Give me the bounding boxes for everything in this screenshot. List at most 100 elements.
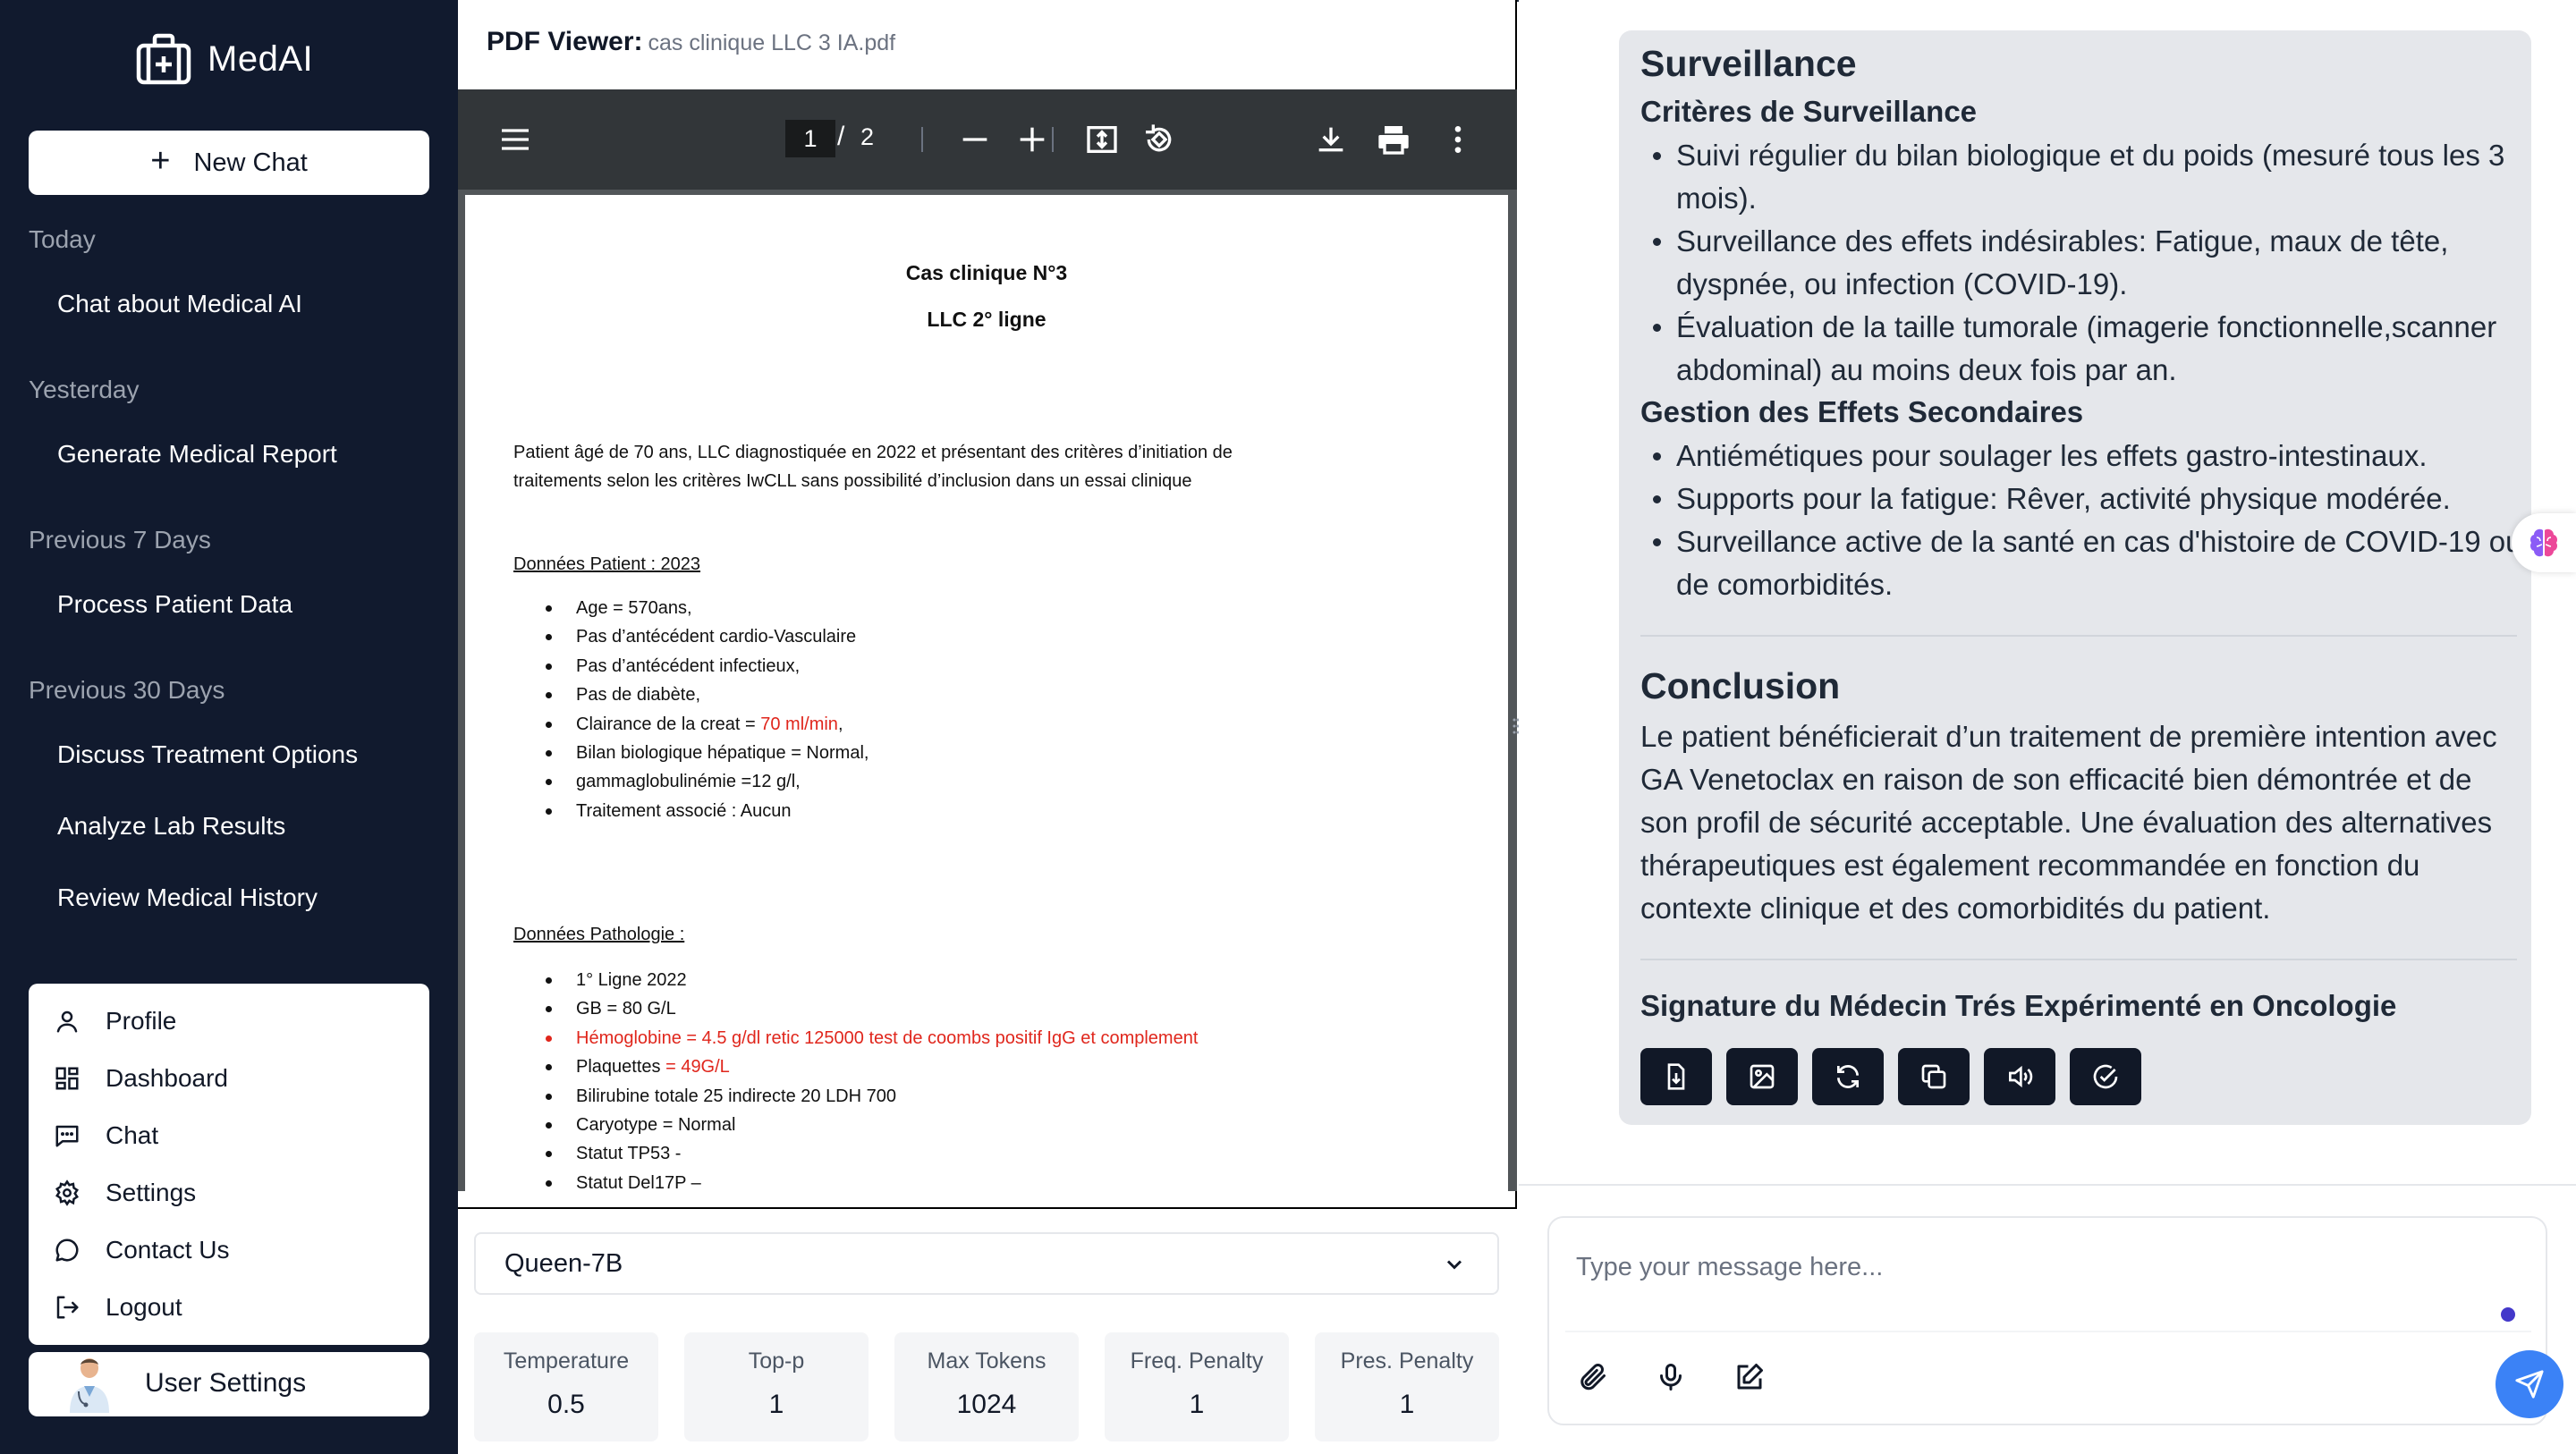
regenerate-button[interactable] <box>1812 1048 1884 1105</box>
menu-label: Contact Us <box>106 1236 230 1264</box>
model-select[interactable]: Queen-7B <box>474 1232 1499 1295</box>
section-title-yesterday: Yesterday <box>29 376 140 403</box>
microphone-icon[interactable] <box>1655 1361 1690 1397</box>
chat-history-item[interactable]: Generate Medical Report <box>57 440 337 469</box>
plus-icon: + <box>150 142 171 180</box>
toolbar-divider <box>921 127 923 152</box>
menu-item-settings[interactable]: Settings <box>54 1175 196 1211</box>
param-label: Top-p <box>748 1348 805 1374</box>
plaquettes-value: = 49G/L <box>665 1057 730 1078</box>
chat-history-item[interactable]: Chat about Medical AI <box>57 290 302 318</box>
user-settings-label: User Settings <box>145 1368 307 1398</box>
divider <box>1519 1184 2576 1186</box>
composer-divider <box>1565 1331 2531 1332</box>
download-icon[interactable] <box>1313 122 1349 157</box>
user-settings-button[interactable]: User Settings <box>29 1352 429 1416</box>
param-value: 0.5 <box>547 1390 585 1419</box>
new-chat-button[interactable]: + New Chat <box>29 131 429 195</box>
section-title-previous-30-days: Previous 30 Days <box>29 676 225 704</box>
param-value: 1 <box>1189 1390 1205 1419</box>
list-item: Pas d’antécédent cardio-Vasculaire <box>546 622 869 651</box>
brand[interactable]: MedAI <box>136 32 313 86</box>
rotate-icon[interactable] <box>1141 122 1177 157</box>
gestion-list: Antiémétiques pour soulager les effets g… <box>1640 435 2526 606</box>
list-item: Statut TP53 - <box>546 1139 1198 1168</box>
chat-panel: Surveillance Critères de Surveillance Su… <box>1519 0 2576 1454</box>
download-pdf-button[interactable] <box>1640 1048 1712 1105</box>
param-top-p[interactable]: Top-p 1 <box>684 1332 869 1441</box>
verify-button[interactable] <box>2070 1048 2141 1105</box>
menu-item-profile[interactable]: Profile <box>54 1003 176 1039</box>
edit-icon[interactable] <box>1733 1361 1769 1397</box>
dashboard-icon <box>54 1065 80 1092</box>
menu-label: Chat <box>106 1121 159 1149</box>
attach-icon[interactable] <box>1576 1361 1612 1397</box>
list-item: Traitement associé : Aucun <box>546 797 869 825</box>
user-menu: Profile Dashboard Chat Settings Contact … <box>29 984 429 1345</box>
param-max-tokens[interactable]: Max Tokens 1024 <box>894 1332 1079 1441</box>
param-pres-penalty[interactable]: Pres. Penalty 1 <box>1315 1332 1499 1441</box>
brain-icon <box>2530 528 2557 557</box>
pdf-patient-list: Age = 570ans, Pas d’antécédent cardio-Va… <box>546 594 869 825</box>
more-vertical-icon[interactable] <box>1440 122 1476 157</box>
page-number-input[interactable]: 1 <box>785 120 835 157</box>
menu-icon[interactable] <box>497 122 533 157</box>
param-temperature[interactable]: Temperature 0.5 <box>474 1332 658 1441</box>
menu-item-chat[interactable]: Chat <box>54 1118 158 1154</box>
param-value: 1 <box>1399 1390 1415 1419</box>
heading-surveillance: Surveillance <box>1640 43 1857 84</box>
zoom-out-icon[interactable] <box>957 122 993 157</box>
message-input[interactable] <box>1576 1245 2470 1289</box>
signature-text: Signature du Médecin Trés Expérimenté en… <box>1640 989 2397 1022</box>
send-icon <box>2515 1370 2544 1399</box>
list-item-text: Plaquettes <box>576 1057 666 1078</box>
image-icon <box>1750 1064 1775 1089</box>
send-button[interactable] <box>2496 1350 2563 1418</box>
read-aloud-button[interactable] <box>1984 1048 2055 1105</box>
ai-assistant-toggle[interactable] <box>2512 513 2576 572</box>
check-circle-icon <box>2093 1064 2118 1089</box>
param-freq-penalty[interactable]: Freq. Penalty 1 <box>1105 1332 1289 1441</box>
pdf-header: PDF Viewer: cas clinique LLC 3 IA.pdf <box>487 27 895 57</box>
menu-item-logout[interactable]: Logout <box>54 1289 182 1325</box>
chat-history-item[interactable]: Discuss Treatment Options <box>57 740 358 769</box>
list-item: Plaquettes = 49G/L <box>546 1052 1198 1081</box>
menu-label: Dashboard <box>106 1064 228 1092</box>
pdf-panel: PDF Viewer: cas clinique LLC 3 IA.pdf 1 /… <box>458 0 1517 1454</box>
list-item: Pas d’antécédent infectieux, <box>546 652 869 681</box>
pdf-page: Cas clinique N°3 LLC 2° ligne Patient âg… <box>465 195 1508 1191</box>
menu-label: Logout <box>106 1293 182 1321</box>
refresh-icon <box>1837 1065 1859 1088</box>
list-item: Antiémétiques pour soulager les effets g… <box>1640 435 2526 478</box>
print-icon[interactable] <box>1376 122 1411 157</box>
pdf-document-area[interactable]: Cas clinique N°3 LLC 2° ligne Patient âg… <box>458 190 1517 1191</box>
fit-page-icon[interactable] <box>1084 122 1120 157</box>
zoom-in-icon[interactable] <box>1014 122 1050 157</box>
list-item: gammaglobulinémie =12 g/l, <box>546 767 869 796</box>
list-item: Surveillance des effets indésirables: Fa… <box>1640 220 2526 306</box>
new-chat-label: New Chat <box>193 148 308 177</box>
menu-item-dashboard[interactable]: Dashboard <box>54 1061 228 1096</box>
section-title-today: Today <box>29 225 96 253</box>
user-icon <box>54 1008 80 1035</box>
divider <box>1640 959 2517 960</box>
list-item: Caryotype = Normal <box>546 1111 1198 1139</box>
pdf-intro-line: Patient âgé de 70 ans, LLC diagnostiquée… <box>513 443 1233 462</box>
copy-button[interactable] <box>1898 1048 1970 1105</box>
speaker-icon <box>2009 1065 2033 1088</box>
message-composer <box>1547 1216 2563 1425</box>
pdf-section-heading: Données Patient : 2023 <box>513 554 701 574</box>
copy-icon <box>1921 1064 1946 1089</box>
menu-item-contact-us[interactable]: Contact Us <box>54 1232 230 1268</box>
param-label: Freq. Penalty <box>1130 1348 1264 1374</box>
export-image-button[interactable] <box>1726 1048 1798 1105</box>
chat-history-item[interactable]: Review Medical History <box>57 883 318 912</box>
pdf-intro: Patient âgé de 70 ans, LLC diagnostiquée… <box>513 438 1408 495</box>
list-item: 1° Ligne 2022 <box>546 966 1198 994</box>
logout-icon <box>54 1294 80 1321</box>
list-item-text: Clairance de la creat = <box>576 714 761 734</box>
chat-history-item[interactable]: Process Patient Data <box>57 590 292 619</box>
model-select-value: Queen-7B <box>504 1248 623 1278</box>
pdf-file-name: cas clinique LLC 3 IA.pdf <box>648 30 896 55</box>
chat-history-item[interactable]: Analyze Lab Results <box>57 812 285 841</box>
